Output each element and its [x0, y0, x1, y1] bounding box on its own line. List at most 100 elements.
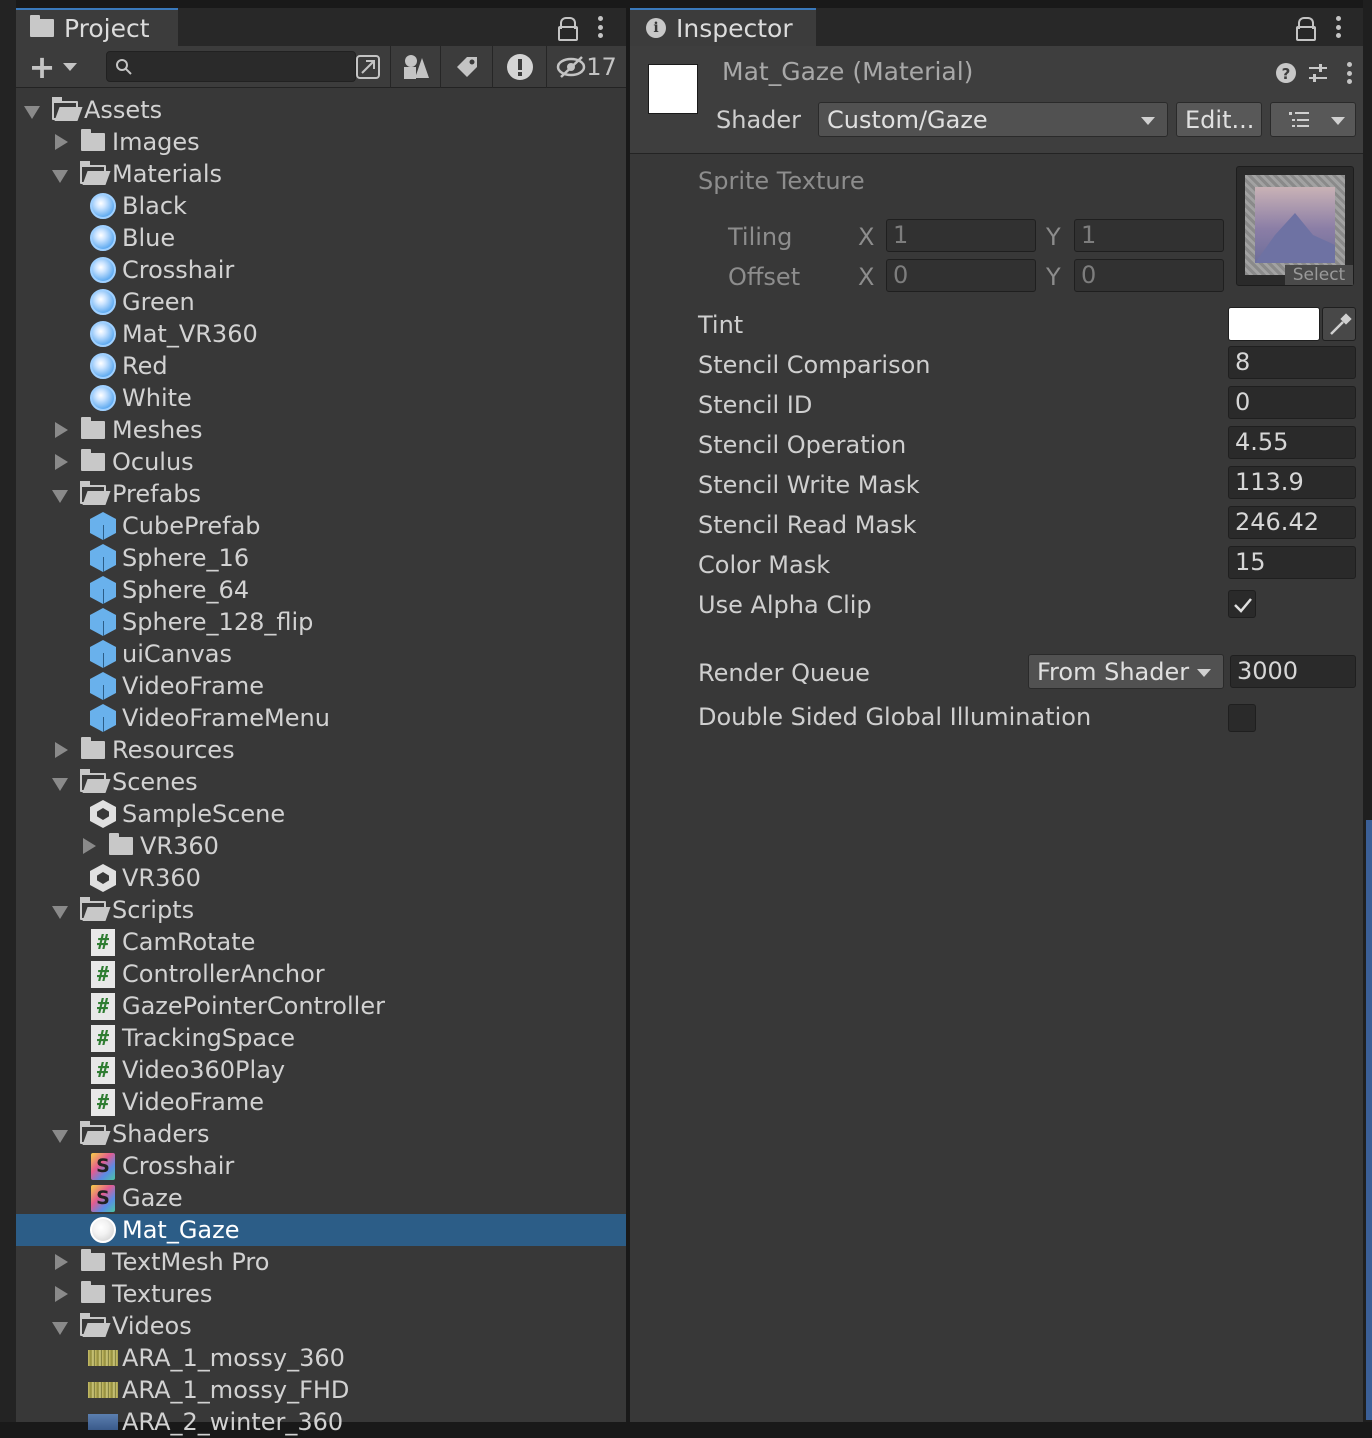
- tree-asset-row[interactable]: # ControllerAnchor: [16, 958, 626, 990]
- tree-asset-row[interactable]: # GazePointerController: [16, 990, 626, 1022]
- expand-arrow-right-icon[interactable]: [55, 1286, 68, 1302]
- component-menu-icon[interactable]: [1346, 62, 1352, 84]
- alpha-clip-checkbox[interactable]: [1228, 590, 1256, 618]
- offset-y-field[interactable]: 0: [1074, 259, 1224, 292]
- tree-asset-row[interactable]: Green: [16, 286, 626, 318]
- tree-asset-row[interactable]: SampleScene: [16, 798, 626, 830]
- tree-asset-row[interactable]: ARA_2_winter_360: [16, 1406, 626, 1438]
- csharp-script-icon: #: [88, 1056, 118, 1084]
- tiling-x-field[interactable]: 1: [886, 219, 1036, 252]
- filter-by-log-button[interactable]: [492, 46, 546, 88]
- tree-asset-row[interactable]: ARA_1_mossy_360: [16, 1342, 626, 1374]
- expand-arrow-down-icon[interactable]: [52, 906, 68, 919]
- tree-folder-row[interactable]: Scenes: [16, 766, 626, 798]
- tree-asset-row[interactable]: # VideoFrame: [16, 1086, 626, 1118]
- more-options-icon[interactable]: [597, 16, 603, 38]
- shader-dropdown[interactable]: Custom/Gaze: [818, 102, 1168, 137]
- lock-icon[interactable]: [558, 17, 578, 41]
- expand-arrow-down-icon[interactable]: [52, 778, 68, 791]
- tree-asset-row[interactable]: # Video360Play: [16, 1054, 626, 1086]
- property-value-field[interactable]: 4.55: [1228, 426, 1356, 459]
- lock-icon[interactable]: [1296, 17, 1316, 41]
- tree-asset-row[interactable]: Mat_Gaze: [16, 1214, 626, 1246]
- expand-arrow-down-icon[interactable]: [52, 1322, 68, 1335]
- dsgi-checkbox[interactable]: [1228, 704, 1256, 732]
- tree-item-label: TrackingSpace: [122, 1024, 296, 1052]
- tree-folder-row[interactable]: Materials: [16, 158, 626, 190]
- expand-arrow-right-icon[interactable]: [83, 838, 96, 854]
- search-input[interactable]: [106, 51, 356, 82]
- search-by-type-button[interactable]: [348, 46, 388, 88]
- tree-asset-row[interactable]: Red: [16, 350, 626, 382]
- project-tab[interactable]: Project: [16, 8, 178, 46]
- property-value-field[interactable]: 15: [1228, 546, 1356, 579]
- tree-folder-row[interactable]: Resources: [16, 734, 626, 766]
- expand-arrow-down-icon[interactable]: [24, 106, 40, 119]
- filter-by-label-button[interactable]: [440, 46, 492, 88]
- tiling-y-field[interactable]: 1: [1074, 219, 1224, 252]
- tree-folder-row[interactable]: Prefabs: [16, 478, 626, 510]
- more-options-icon[interactable]: [1335, 16, 1341, 38]
- tree-asset-row[interactable]: VR360: [16, 862, 626, 894]
- tree-folder-row[interactable]: Assets: [16, 94, 626, 126]
- tree-asset-row[interactable]: # CamRotate: [16, 926, 626, 958]
- expand-arrow-down-icon[interactable]: [52, 1130, 68, 1143]
- eyedropper-button[interactable]: [1322, 307, 1356, 341]
- tree-folder-row[interactable]: Scripts: [16, 894, 626, 926]
- tree-asset-row[interactable]: White: [16, 382, 626, 414]
- help-icon[interactable]: ?: [1275, 62, 1297, 84]
- tree-asset-row[interactable]: Crosshair: [16, 254, 626, 286]
- tree-folder-row[interactable]: VR360: [16, 830, 626, 862]
- sprite-texture-slot[interactable]: Select: [1236, 166, 1354, 286]
- texture-select-button[interactable]: Select: [1285, 265, 1353, 285]
- create-button[interactable]: +: [16, 46, 90, 88]
- tree-folder-row[interactable]: TextMesh Pro: [16, 1246, 626, 1278]
- tree-folder-row[interactable]: Images: [16, 126, 626, 158]
- property-value-field[interactable]: 246.42: [1228, 506, 1356, 539]
- tree-asset-row[interactable]: VideoFrame: [16, 670, 626, 702]
- tree-asset-row[interactable]: S Crosshair: [16, 1150, 626, 1182]
- shader-options-button[interactable]: [1270, 102, 1356, 137]
- property-value-field[interactable]: 8: [1228, 346, 1356, 379]
- render-queue-dropdown[interactable]: From Shader: [1028, 654, 1224, 689]
- tree-folder-row[interactable]: Textures: [16, 1278, 626, 1310]
- tint-color-field[interactable]: [1228, 307, 1320, 341]
- tree-folder-row[interactable]: Oculus: [16, 446, 626, 478]
- inspector-tab[interactable]: i Inspector: [630, 8, 816, 46]
- tree-item-label: ARA_1_mossy_FHD: [122, 1376, 350, 1404]
- tree-asset-row[interactable]: VideoFrameMenu: [16, 702, 626, 734]
- tree-asset-row[interactable]: ARA_1_mossy_FHD: [16, 1374, 626, 1406]
- tree-asset-row[interactable]: S Gaze: [16, 1182, 626, 1214]
- tree-asset-row[interactable]: Blue: [16, 222, 626, 254]
- tree-asset-row[interactable]: CubePrefab: [16, 510, 626, 542]
- scrollbar[interactable]: [1363, 0, 1372, 1422]
- tree-asset-row[interactable]: Sphere_64: [16, 574, 626, 606]
- filter-by-type-button[interactable]: [390, 46, 440, 88]
- tree-folder-row[interactable]: Shaders: [16, 1118, 626, 1150]
- tree-asset-row[interactable]: Black: [16, 190, 626, 222]
- expand-arrow-right-icon[interactable]: [55, 1254, 68, 1270]
- expand-arrow-right-icon[interactable]: [55, 422, 68, 438]
- expand-arrow-right-icon[interactable]: [55, 454, 68, 470]
- tree-folder-row[interactable]: Videos: [16, 1310, 626, 1342]
- tree-asset-row[interactable]: uiCanvas: [16, 638, 626, 670]
- property-value-field[interactable]: 113.9: [1228, 466, 1356, 499]
- edit-shader-button[interactable]: Edit...: [1176, 102, 1262, 137]
- preset-sliders-icon[interactable]: [1307, 62, 1329, 84]
- expand-arrow-right-icon[interactable]: [55, 742, 68, 758]
- render-queue-field[interactable]: 3000: [1230, 655, 1356, 688]
- tree-asset-row[interactable]: # TrackingSpace: [16, 1022, 626, 1054]
- offset-x-field[interactable]: 0: [886, 259, 1036, 292]
- tree-asset-row[interactable]: Mat_VR360: [16, 318, 626, 350]
- tree-asset-row[interactable]: Sphere_128_flip: [16, 606, 626, 638]
- expand-arrow-down-icon[interactable]: [52, 490, 68, 503]
- hidden-packages-button[interactable]: 17: [546, 46, 626, 88]
- render-queue-mode: From Shader: [1037, 657, 1190, 686]
- offset-x-label: X: [858, 263, 875, 291]
- folder-icon: [78, 736, 108, 764]
- tree-folder-row[interactable]: Meshes: [16, 414, 626, 446]
- property-value-field[interactable]: 0: [1228, 386, 1356, 419]
- expand-arrow-right-icon[interactable]: [55, 134, 68, 150]
- expand-arrow-down-icon[interactable]: [52, 170, 68, 183]
- tree-asset-row[interactable]: Sphere_16: [16, 542, 626, 574]
